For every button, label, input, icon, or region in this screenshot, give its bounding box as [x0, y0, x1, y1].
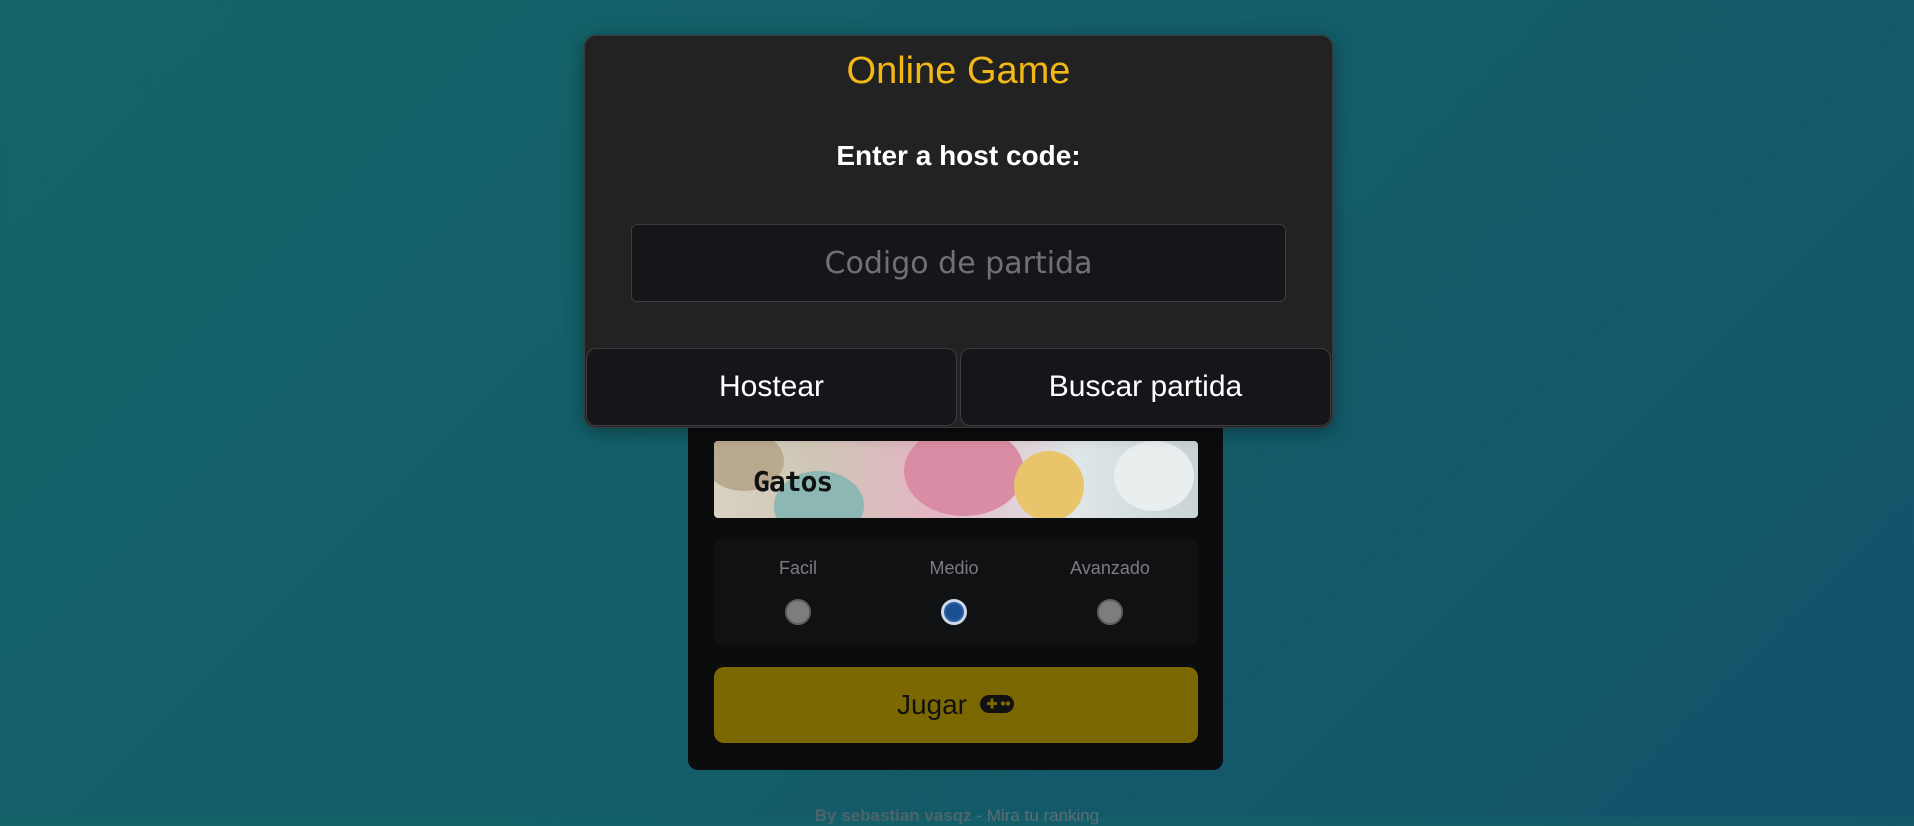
- difficulty-option-facil[interactable]: Facil: [738, 558, 858, 625]
- difficulty-option-medio[interactable]: Medio: [894, 558, 1014, 625]
- banner-cat-shape: [1014, 451, 1084, 518]
- gamepad-icon: [979, 693, 1015, 718]
- difficulty-selector: Facil Medio Avanzado: [714, 540, 1198, 645]
- footer: By sebastian vasqz - Mira tu ranking: [0, 806, 1914, 826]
- online-game-modal: Online Game Enter a host code: Hostear B…: [584, 35, 1333, 428]
- modal-title: Online Game: [846, 50, 1071, 92]
- difficulty-label: Avanzado: [1070, 558, 1150, 578]
- author-credit: By sebastian vasqz: [814, 806, 972, 825]
- host-button[interactable]: Hostear: [586, 348, 957, 426]
- game-card: Gatos Facil Medio Avanzado Jugar: [688, 400, 1223, 770]
- difficulty-option-avanzado[interactable]: Avanzado: [1050, 558, 1170, 625]
- difficulty-radio-medio[interactable]: [941, 599, 967, 625]
- difficulty-radio-facil[interactable]: [785, 599, 811, 625]
- footer-separator: -: [976, 806, 983, 825]
- find-game-button[interactable]: Buscar partida: [960, 348, 1331, 426]
- banner-cat-shape: [1114, 441, 1194, 511]
- banner-cat-shape: [904, 441, 1024, 516]
- category-label: Gatos: [753, 465, 833, 498]
- difficulty-label: Medio: [929, 558, 979, 578]
- difficulty-label: Facil: [778, 558, 817, 578]
- ranking-link[interactable]: Mira tu ranking: [987, 806, 1099, 825]
- host-code-input[interactable]: [631, 224, 1286, 302]
- host-code-prompt: Enter a host code:: [836, 140, 1081, 171]
- play-button-label: Jugar: [896, 689, 968, 720]
- play-button[interactable]: Jugar: [714, 667, 1198, 743]
- difficulty-radio-avanzado[interactable]: [1097, 599, 1123, 625]
- category-banner[interactable]: Gatos: [714, 441, 1198, 518]
